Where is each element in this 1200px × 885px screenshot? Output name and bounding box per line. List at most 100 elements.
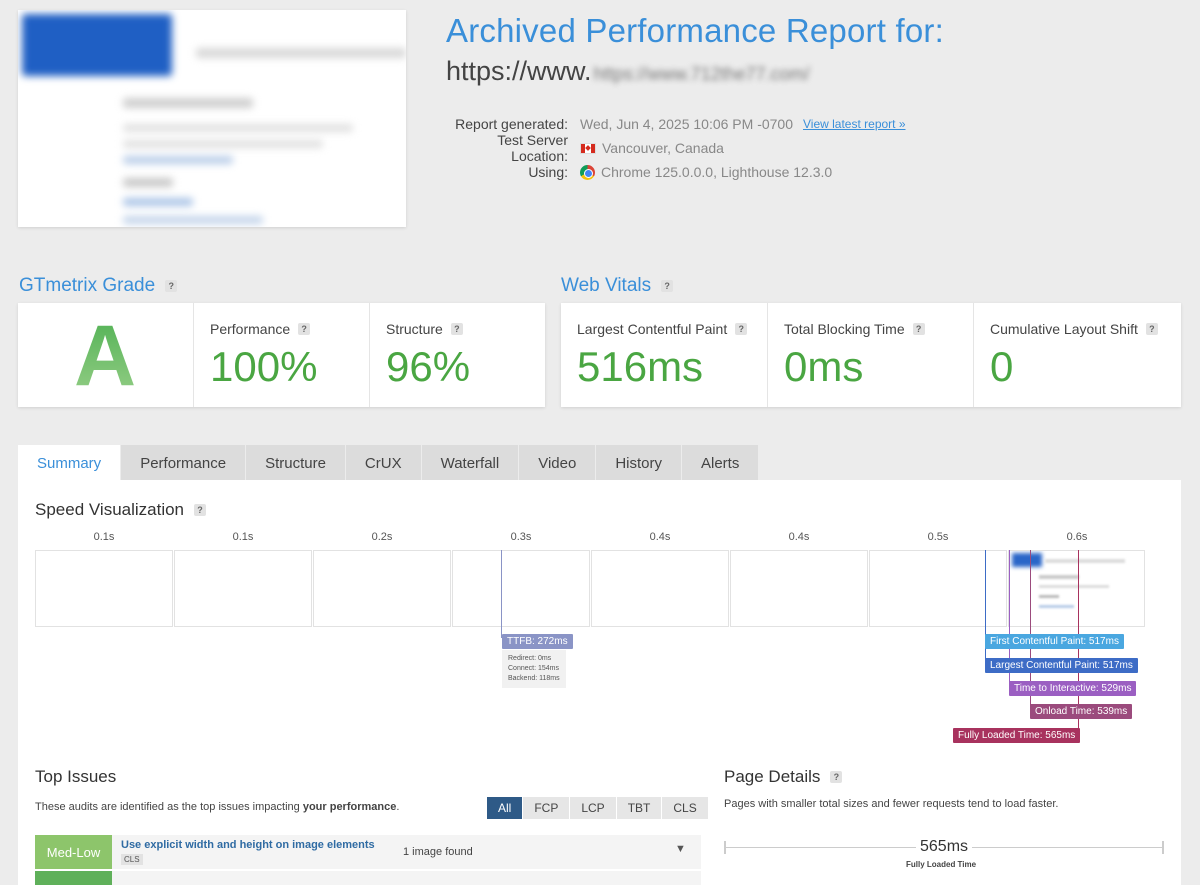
canada-flag-icon xyxy=(580,142,596,154)
issue-title[interactable]: Use explicit width and height on image e… xyxy=(121,839,375,851)
filmstrip-frame[interactable] xyxy=(452,550,590,627)
ttfb-redirect: Redirect: 0ms xyxy=(508,655,552,662)
help-icon[interactable]: ? xyxy=(298,323,311,335)
filter-lcp[interactable]: LCP xyxy=(570,797,617,819)
cls-label-wrap: Cumulative Layout Shift? xyxy=(990,321,1165,337)
report-url-blurred: https://www.712the77.com/ xyxy=(593,64,810,84)
issue-row[interactable] xyxy=(35,871,701,885)
severity-badge: Med-Low xyxy=(35,835,112,869)
grade-panel: A Performance? 100% Structure? 96% xyxy=(18,303,545,407)
filter-fcp[interactable]: FCP xyxy=(523,797,571,819)
report-url-prefix: https://www. xyxy=(446,56,592,86)
lcp-cell: Largest Contentful Paint? 516ms xyxy=(561,303,768,407)
help-icon[interactable]: ? xyxy=(661,280,674,292)
meta-value: Wed, Jun 4, 2025 10:06 PM -0700 xyxy=(580,116,793,132)
tbt-value: 0ms xyxy=(784,343,864,390)
lcp-value: 516ms xyxy=(577,343,704,390)
tab-performance[interactable]: Performance xyxy=(121,445,247,481)
section-title-text: Page Details xyxy=(724,767,821,786)
filmstrip-frame[interactable] xyxy=(174,550,312,627)
tab-summary[interactable]: Summary xyxy=(18,445,122,481)
onload-marker: Onload Time: 539ms xyxy=(1030,704,1133,719)
help-icon[interactable]: ? xyxy=(194,504,207,516)
tab-alerts[interactable]: Alerts xyxy=(681,445,760,481)
tab-structure[interactable]: Structure xyxy=(246,445,346,481)
desc-suffix: . xyxy=(396,801,400,813)
desc-bold: your performance xyxy=(302,801,397,813)
timeline-tick: 0.1s xyxy=(232,531,254,543)
filter-cls[interactable]: CLS xyxy=(662,797,709,819)
desc-text: These audits are identified as the top i… xyxy=(35,801,303,813)
help-icon[interactable]: ? xyxy=(165,280,178,292)
meta-value: Vancouver, Canada xyxy=(602,140,724,156)
meta-label: Using: xyxy=(528,164,568,180)
filmstrip-frame-loaded[interactable] xyxy=(1008,550,1145,627)
report-tabs: Summary Performance Structure CrUX Water… xyxy=(18,445,760,481)
fully-loaded-marker: Fully Loaded Time: 565ms xyxy=(953,728,1081,743)
lcp-label-wrap: Largest Contentful Paint? xyxy=(577,321,751,337)
ttfb-connect: Connect: 154ms xyxy=(508,665,559,672)
tbt-cell: Total Blocking Time? 0ms xyxy=(768,303,974,407)
performance-label: Performance xyxy=(210,321,291,337)
filter-tbt[interactable]: TBT xyxy=(616,797,663,819)
speed-visualization-title: Speed Visualization ? xyxy=(35,500,207,520)
report-url: https://www. https://www.712the77.com/ xyxy=(446,56,810,87)
tab-waterfall[interactable]: Waterfall xyxy=(421,445,520,481)
tab-video[interactable]: Video xyxy=(519,445,597,481)
top-issues-title: Top Issues xyxy=(35,767,117,786)
issue-row[interactable]: Med-Low Use explicit width and height on… xyxy=(35,835,701,869)
cls-value: 0 xyxy=(990,343,1014,390)
filmstrip-frame[interactable] xyxy=(313,550,451,627)
report-title: Archived Performance Report for: xyxy=(446,12,944,49)
issue-tag: CLS xyxy=(121,854,143,865)
grade-letter: A xyxy=(74,308,137,404)
issue-filters: All FCP LCP TBT CLS xyxy=(487,797,709,819)
web-vitals-panel: Largest Contentful Paint? 516ms Total Bl… xyxy=(561,303,1181,407)
filmstrip-frame[interactable] xyxy=(591,550,729,627)
range-cap xyxy=(1162,841,1164,854)
section-title-text: Web Vitals xyxy=(561,275,652,296)
filmstrip-frame[interactable] xyxy=(869,550,1007,627)
ttfb-marker: TTFB: 272ms xyxy=(502,634,573,649)
timeline-tick: 0.1s xyxy=(93,531,115,543)
chevron-down-icon[interactable]: ▼ xyxy=(675,843,686,855)
view-latest-report-link[interactable]: View latest report » xyxy=(803,117,906,131)
top-issues-description: These audits are identified as the top i… xyxy=(35,801,399,813)
tab-crux[interactable]: CrUX xyxy=(345,445,422,481)
tab-history[interactable]: History xyxy=(596,445,682,481)
page-details-title: Page Details ? xyxy=(724,767,843,787)
meta-label: Report generated: xyxy=(455,116,568,132)
performance-cell: Performance? 100% xyxy=(194,303,370,407)
tbt-label: Total Blocking Time xyxy=(784,321,905,337)
filmstrip-frame[interactable] xyxy=(730,550,868,627)
issue-found: 1 image found xyxy=(403,846,473,858)
cls-label: Cumulative Layout Shift xyxy=(990,321,1138,337)
ttfb-line xyxy=(501,550,502,638)
web-vitals-title: Web Vitals ? xyxy=(561,275,674,297)
grade-cell: A xyxy=(18,303,194,407)
help-icon[interactable]: ? xyxy=(450,323,463,335)
cls-cell: Cumulative Layout Shift? 0 xyxy=(974,303,1181,407)
lcp-marker: Largest Contentful Paint: 517ms xyxy=(985,658,1138,673)
help-icon[interactable]: ? xyxy=(735,323,748,335)
help-icon[interactable]: ? xyxy=(912,323,925,335)
performance-label-wrap: Performance? xyxy=(210,321,353,337)
ttfb-backend: Backend: 118ms xyxy=(508,675,560,682)
meta-value: Chrome 125.0.0.0, Lighthouse 12.3.0 xyxy=(601,164,833,180)
filmstrip-frame[interactable] xyxy=(35,550,173,627)
meta-label: Test Server Location: xyxy=(497,132,568,164)
filter-all[interactable]: All xyxy=(487,797,524,819)
help-icon[interactable]: ? xyxy=(830,771,843,783)
structure-score: 96% xyxy=(386,343,471,390)
timeline-tick: 0.4s xyxy=(788,531,810,543)
performance-score: 100% xyxy=(210,343,318,390)
tbt-label-wrap: Total Blocking Time? xyxy=(784,321,957,337)
structure-label-wrap: Structure? xyxy=(386,321,529,337)
help-icon[interactable]: ? xyxy=(1145,323,1158,335)
lcp-label: Largest Contentful Paint xyxy=(577,321,728,337)
timeline-tick: 0.6s xyxy=(1066,531,1088,543)
structure-cell: Structure? 96% xyxy=(370,303,545,407)
gtmetrix-grade-title: GTmetrix Grade ? xyxy=(19,275,178,297)
range-cap xyxy=(724,841,726,854)
tti-marker: Time to Interactive: 529ms xyxy=(1009,681,1137,696)
